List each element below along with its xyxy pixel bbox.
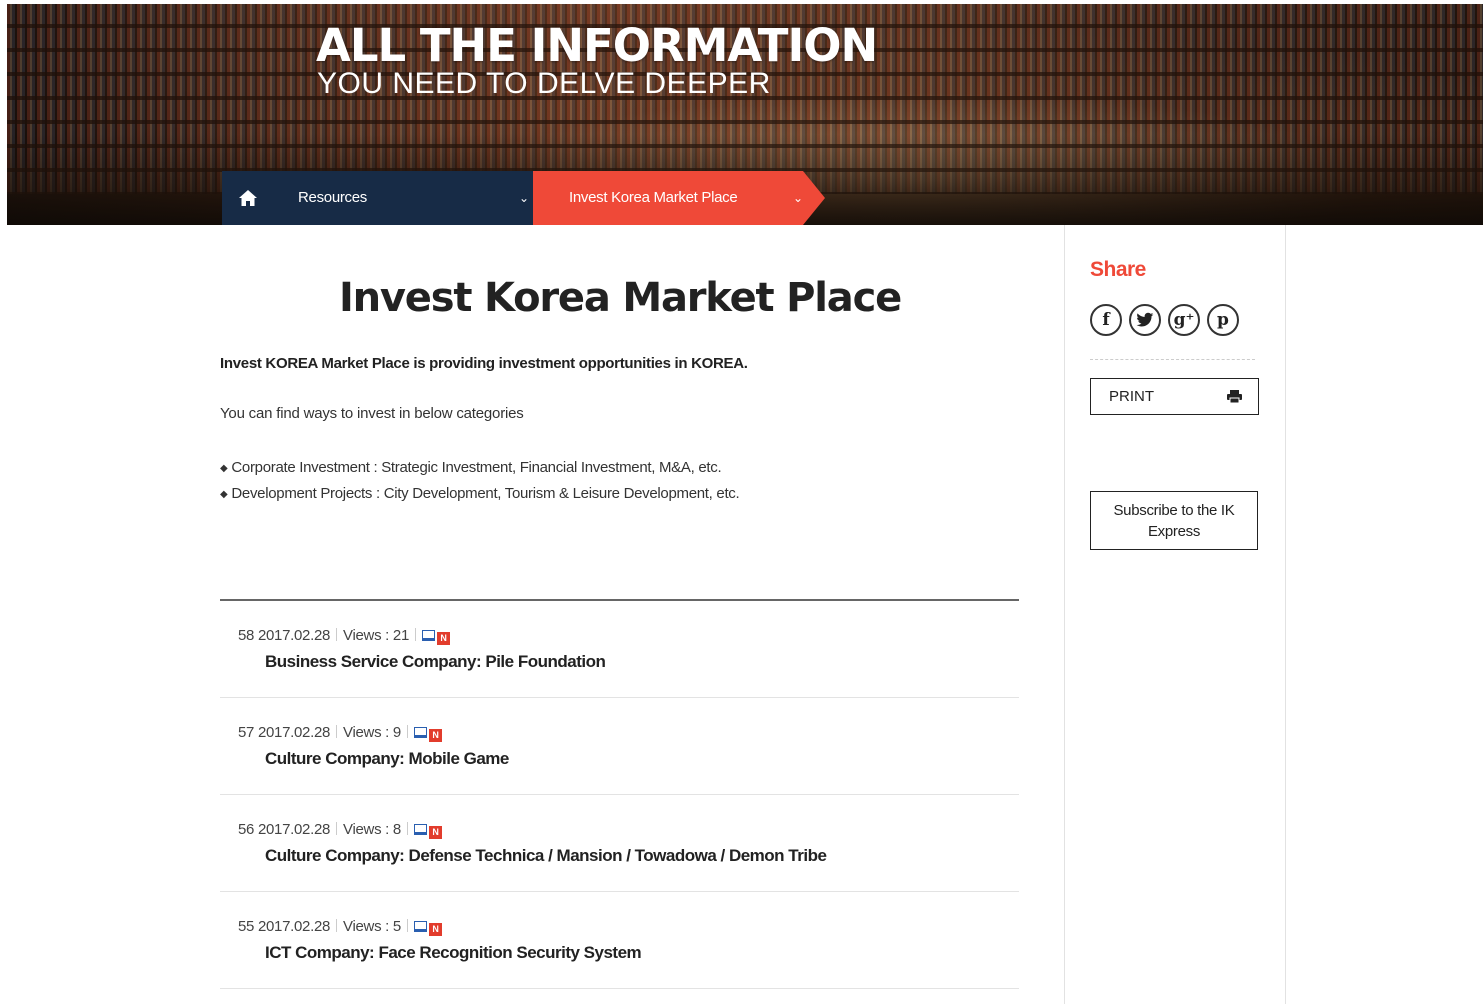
- divider: [1090, 359, 1255, 360]
- share-icons: f g⁺ p: [1090, 304, 1239, 336]
- item-meta: 57 2017.02.28 Views : 9 N: [238, 724, 442, 742]
- print-label: PRINT: [1109, 388, 1154, 405]
- item-title[interactable]: Business Service Company: Pile Foundatio…: [265, 652, 606, 672]
- item-meta: 56 2017.02.28 Views : 8 N: [238, 821, 442, 839]
- home-icon: [239, 190, 257, 206]
- google-plus-icon[interactable]: g⁺: [1168, 304, 1200, 336]
- intro-subtext: You can find ways to invest in below cat…: [220, 405, 524, 422]
- item-date: 2017.02.28: [257, 821, 331, 838]
- views-label: Views :: [343, 918, 390, 935]
- item-number: 58: [238, 627, 255, 644]
- attachment-icon[interactable]: [413, 921, 427, 932]
- attachment-icon[interactable]: [413, 824, 427, 835]
- separator: [406, 725, 408, 738]
- item-views: 8: [392, 821, 401, 838]
- item-views: 9: [392, 724, 401, 741]
- item-date: 2017.02.28: [257, 627, 331, 644]
- attachment-icon[interactable]: [422, 630, 435, 641]
- breadcrumb-resources-label: Resources: [298, 189, 367, 206]
- diamond-bullet-icon: ◆: [220, 463, 228, 474]
- new-badge: N: [437, 632, 450, 645]
- category-text: Development Projects : City Development,…: [231, 485, 740, 502]
- new-badge: N: [428, 923, 442, 936]
- breadcrumb-home[interactable]: [222, 171, 274, 225]
- list-item[interactable]: 55 2017.02.28 Views : 5 N ICT Company: Fac…: [220, 892, 1019, 989]
- subscribe-label: Subscribe to the IK Express: [1113, 501, 1235, 540]
- sidebar: Share f g⁺ p PRINT Subscribe to the IK E…: [1064, 225, 1286, 1004]
- separator: [336, 919, 338, 932]
- printer-icon: [1227, 390, 1242, 403]
- separator: [406, 822, 408, 835]
- chevron-down-icon: ⌄: [518, 191, 529, 205]
- views-label: Views :: [343, 724, 390, 741]
- intro-text: Invest KOREA Market Place is providing i…: [220, 355, 748, 372]
- category-item: ◆ Development Projects : City Development…: [220, 481, 740, 507]
- breadcrumb-resources[interactable]: Resources ⌄: [268, 171, 553, 225]
- separator: [415, 628, 416, 641]
- list-item[interactable]: 57 2017.02.28 Views : 9 N Culture Company:…: [220, 698, 1019, 795]
- hero-banner: ALL THE INFORMATION YOU NEED TO DELVE DE…: [7, 4, 1483, 225]
- share-title: Share: [1090, 258, 1146, 281]
- diamond-bullet-icon: ◆: [220, 489, 228, 500]
- item-views: 21: [392, 627, 409, 644]
- item-meta: 58 2017.02.28 Views : 21 N: [238, 627, 450, 645]
- views-label: Views :: [343, 821, 390, 838]
- breadcrumb: Resources ⌄ Invest Korea Market Place ⌄: [7, 171, 1483, 225]
- item-meta: 55 2017.02.28 Views : 5 N: [238, 918, 442, 936]
- new-badge: N: [428, 729, 442, 742]
- item-views: 5: [392, 918, 401, 935]
- item-title[interactable]: Culture Company: Defense Technica / Mans…: [265, 846, 827, 866]
- twitter-icon[interactable]: [1129, 304, 1161, 336]
- print-button[interactable]: PRINT: [1090, 378, 1259, 415]
- category-text: Corporate Investment : Strategic Investm…: [231, 459, 722, 476]
- breadcrumb-current-label: Invest Korea Market Place: [569, 189, 738, 206]
- item-title[interactable]: Culture Company: Mobile Game: [265, 749, 509, 769]
- item-date: 2017.02.28: [257, 724, 331, 741]
- item-date: 2017.02.28: [257, 918, 331, 935]
- chevron-down-icon: ⌄: [792, 191, 803, 205]
- separator: [406, 919, 408, 932]
- separator: [336, 822, 338, 835]
- separator: [336, 628, 338, 641]
- pinterest-icon[interactable]: p: [1207, 304, 1239, 336]
- attachment-icon[interactable]: [413, 727, 427, 738]
- separator: [336, 725, 338, 738]
- hero-subtitle: YOU NEED TO DELVE DEEPER: [317, 67, 771, 100]
- breadcrumb-current[interactable]: Invest Korea Market Place ⌄: [533, 171, 825, 225]
- subscribe-button[interactable]: Subscribe to the IK Express: [1090, 491, 1258, 550]
- views-label: Views :: [343, 627, 390, 644]
- category-item: ◆ Corporate Investment : Strategic Invest…: [220, 455, 739, 481]
- item-number: 57: [238, 724, 255, 741]
- item-number: 56: [238, 821, 255, 838]
- facebook-icon[interactable]: f: [1090, 304, 1122, 336]
- item-number: 55: [238, 918, 255, 935]
- category-list: ◆ Corporate Investment : Strategic Invest…: [220, 455, 740, 507]
- page-title: Invest Korea Market Place: [338, 275, 902, 321]
- new-badge: N: [428, 826, 442, 839]
- twitter-bird-icon: [1136, 312, 1154, 327]
- item-title[interactable]: ICT Company: Face Recognition Security S…: [265, 943, 642, 963]
- list-item[interactable]: 56 2017.02.28 Views : 8 N Culture Company:…: [220, 795, 1019, 892]
- list-item[interactable]: 58 2017.02.28 Views : 21 N Business Servic…: [220, 601, 1019, 698]
